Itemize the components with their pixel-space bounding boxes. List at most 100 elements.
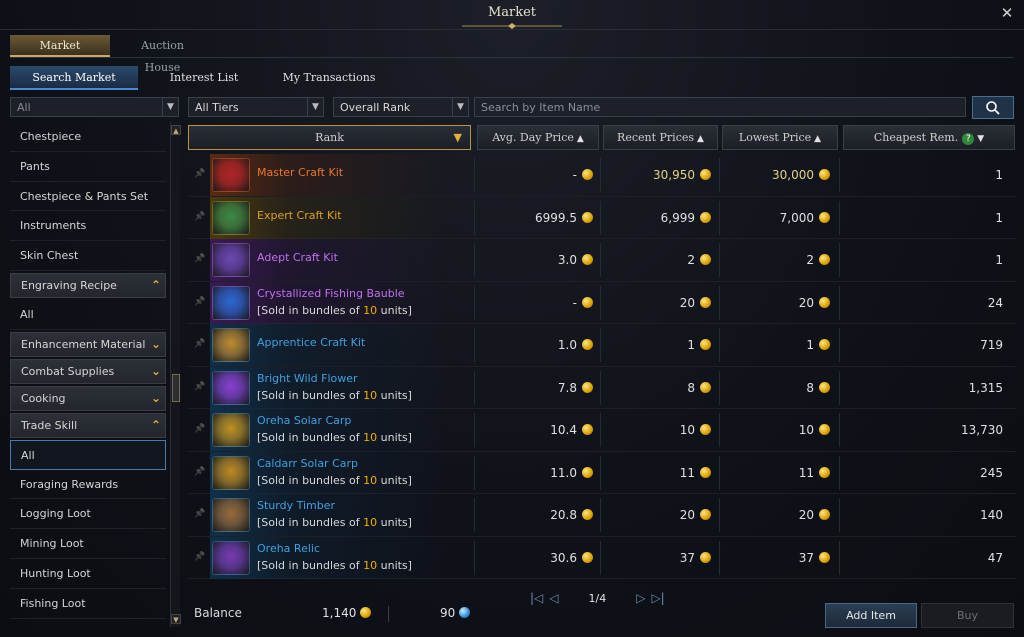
pin-icon[interactable]: 📌 (194, 509, 205, 519)
item-name: Master Craft Kit (257, 166, 344, 179)
item-icon (212, 413, 250, 447)
sidebar-item[interactable]: Engraving Recipe ⌃ (10, 272, 166, 298)
column-divider (474, 498, 475, 532)
search-button[interactable] (972, 96, 1014, 119)
table-row[interactable]: 📌 Master Craft Kit - 30,950 30,000 1 (188, 154, 1016, 197)
avg-price-cell: 20.8 (478, 494, 593, 536)
gold-coin-icon (582, 551, 593, 563)
item-icon (212, 200, 250, 235)
page-indicator: 1/4 (588, 591, 607, 605)
table-row[interactable]: 📌 Sturdy Timber [Sold in bundles of 10 uni… (188, 494, 1016, 537)
bundle-prefix: [Sold in bundles of (257, 431, 364, 444)
tab-market[interactable]: Market (10, 35, 110, 57)
add-item-button[interactable]: Add Item (825, 603, 917, 628)
table-row[interactable]: 📌 Crystallized Fishing Bauble [Sold in bun… (188, 281, 1016, 324)
pagination: |◁ ◁ 1/4 ▷ ▷| (530, 590, 665, 606)
recent-price-cell: 1 (604, 324, 711, 366)
lowest-price-cell: 11 (723, 452, 830, 494)
bundle-prefix: [Sold in bundles of (257, 303, 364, 317)
recent-price-cell: 6,999 (604, 197, 711, 239)
tab-interest-list[interactable]: Interest List (138, 66, 270, 90)
sidebar-scrollbar[interactable]: ▲ ▼ (170, 122, 181, 627)
recent-prices-column-header[interactable]: Recent Prices ▲ (603, 125, 718, 150)
pin-icon[interactable]: 📌 (194, 169, 205, 179)
chevron-down-icon: ⌄ (150, 336, 161, 351)
search-input[interactable] (475, 98, 965, 116)
sidebar-item[interactable]: Cooking ⌄ (10, 385, 166, 411)
sidebar-item[interactable]: Mining Loot (10, 529, 166, 559)
last-page-icon[interactable]: ▷| (651, 591, 664, 605)
sidebar-item[interactable]: Instruments (10, 211, 166, 242)
sidebar-item[interactable]: Chestpiece & Pants Set (10, 182, 166, 212)
table-row[interactable]: 📌 Caldarr Solar Carp [Sold in bundles of 1… (188, 451, 1016, 494)
gold-coin-icon (582, 296, 593, 308)
sidebar-item-label: Logging Loot (20, 507, 91, 521)
scroll-down-arrow-icon[interactable]: ▼ (171, 614, 181, 624)
tab-my-transactions[interactable]: My Transactions (270, 66, 388, 90)
sidebar-item[interactable]: Logging Loot (10, 499, 166, 530)
pin-icon[interactable]: 📌 (194, 297, 205, 307)
pin-icon[interactable]: 📌 (194, 212, 205, 222)
item-icon (212, 498, 250, 532)
close-button[interactable]: ✕ (998, 4, 1016, 22)
sidebar-item[interactable]: Foraging Rewards (10, 470, 166, 500)
gold-coin-icon (819, 211, 830, 223)
category-dropdown[interactable]: All ▼ (10, 97, 179, 117)
buy-button[interactable]: Buy (921, 603, 1014, 628)
gold-coin-icon (819, 424, 830, 435)
help-icon[interactable]: ? (962, 133, 975, 145)
bundle-suffix: units] (377, 516, 412, 529)
lowest-price-column-header[interactable]: Lowest Price ▲ (722, 125, 838, 150)
scroll-thumb[interactable] (172, 374, 180, 402)
gold-coin-icon (582, 509, 593, 520)
gold-coin-icon (582, 211, 593, 223)
item-icon (212, 540, 250, 575)
sidebar-item[interactable]: Skin Chest (10, 241, 166, 271)
bundle-prefix: [Sold in bundles of (257, 473, 364, 487)
tab-search-market[interactable]: Search Market (10, 66, 138, 90)
sidebar-item[interactable]: All (10, 439, 166, 470)
lowest-value: 30,000 (772, 168, 814, 182)
rem-price-cell: 719 (843, 324, 1003, 366)
tab-auction-house[interactable]: Auction House (110, 35, 215, 74)
cheapest-rem-column-header[interactable]: Cheapest Rem.? ▼ (843, 125, 1015, 150)
sidebar-item[interactable]: Hunting Loot (10, 559, 166, 589)
table-row[interactable]: 📌 Oreha Relic [Sold in bundles of 10 units… (188, 536, 1016, 579)
pin-icon[interactable]: 📌 (194, 382, 205, 392)
column-divider (839, 243, 840, 277)
avg-price-column-header[interactable]: Avg. Day Price ▲ (477, 125, 599, 150)
column-divider (600, 540, 601, 575)
sidebar-item[interactable]: All (10, 300, 166, 330)
pin-icon[interactable]: 📌 (194, 254, 205, 264)
column-divider (839, 540, 840, 575)
sidebar-item[interactable]: Enhancement Material ⌄ (10, 331, 166, 357)
avg-price-cell: 6999.5 (478, 197, 593, 239)
gold-coin-icon (819, 551, 830, 563)
table-row[interactable]: 📌 Bright Wild Flower [Sold in bundles of 1… (188, 366, 1016, 409)
rank-column-header[interactable]: Rank ▼ (188, 125, 471, 150)
sidebar-item[interactable]: Combat Supplies ⌄ (10, 358, 166, 384)
table-row[interactable]: 📌 Expert Craft Kit 6999.5 6,999 7,000 1 (188, 196, 1016, 239)
table-row[interactable]: 📌 Oreha Solar Carp [Sold in bundles of 10 … (188, 409, 1016, 452)
tier-dropdown[interactable]: All Tiers ▼ (188, 97, 324, 117)
table-row[interactable]: 📌 Apprentice Craft Kit 1.0 1 1 719 (188, 324, 1016, 367)
table-row[interactable]: 📌 Adept Craft Kit 3.0 2 2 1 (188, 239, 1016, 282)
pin-icon[interactable]: 📌 (194, 424, 205, 434)
pin-icon[interactable]: 📌 (194, 339, 205, 349)
pin-icon[interactable]: 📌 (194, 467, 205, 477)
scroll-up-arrow-icon[interactable]: ▲ (171, 125, 181, 135)
next-page-icon[interactable]: ▷ (636, 591, 645, 605)
sidebar-item[interactable]: Trade Skill ⌃ (10, 412, 166, 438)
sidebar-item[interactable]: Fishing Loot (10, 589, 166, 619)
first-page-icon[interactable]: |◁ (530, 591, 543, 605)
pin-icon[interactable]: 📌 (194, 552, 205, 562)
prev-page-icon[interactable]: ◁ (549, 591, 558, 605)
column-divider (600, 200, 601, 235)
avg-price-cell: - (478, 154, 593, 196)
rank-dropdown[interactable]: Overall Rank ▼ (333, 97, 469, 117)
lowest-price-cell: 20 (723, 494, 830, 536)
sidebar-item[interactable]: Chestpiece (10, 122, 166, 152)
recent-value: 20 (679, 508, 695, 522)
item-icon (212, 243, 250, 277)
sidebar-item[interactable]: Pants (10, 152, 166, 182)
